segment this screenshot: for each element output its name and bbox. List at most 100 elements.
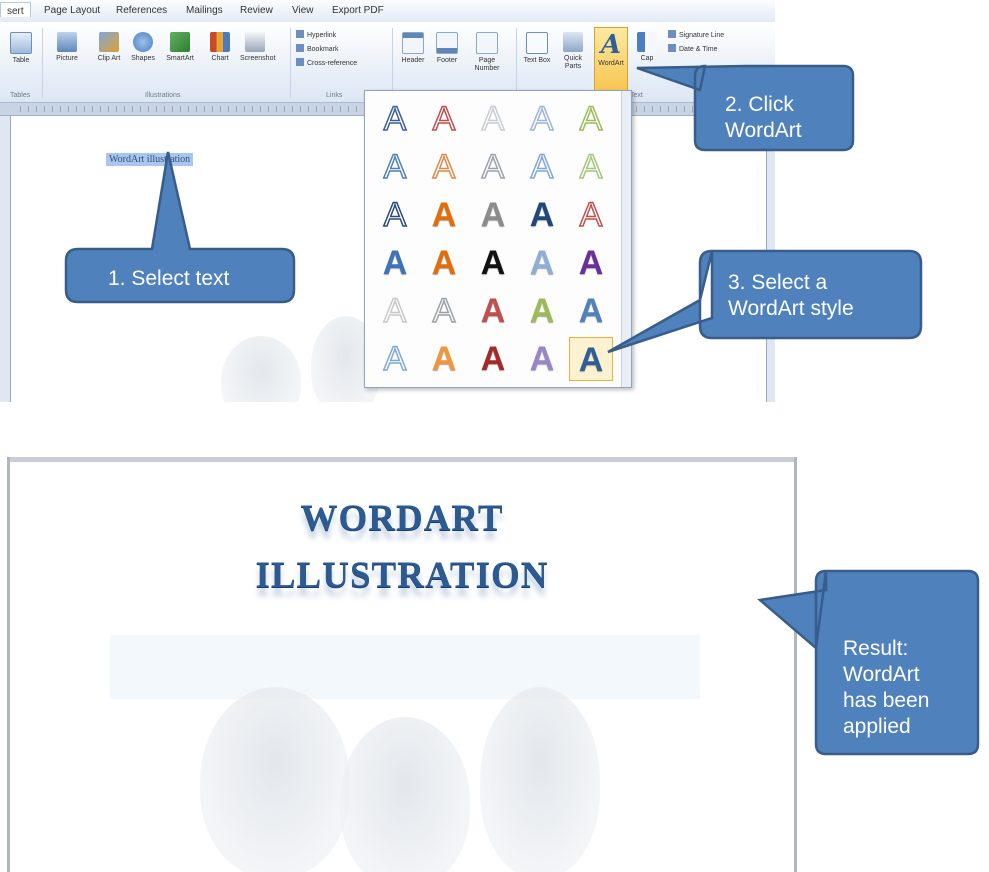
background-band xyxy=(110,635,700,699)
wordart-style-1-5[interactable]: A xyxy=(569,97,613,141)
signature-line-button[interactable]: Signature Line xyxy=(668,30,724,39)
wordart-style-3-5[interactable]: A xyxy=(569,193,613,237)
smartart-icon xyxy=(170,32,190,52)
callout-step3-line1: 3. Select a xyxy=(728,271,828,294)
wordart-style-glyph: A xyxy=(529,292,555,330)
wordart-style-1-1[interactable]: A xyxy=(373,97,417,141)
wordart-style-5-2[interactable]: A xyxy=(422,289,466,333)
penguin-watermark xyxy=(221,336,301,402)
callout-result-line4: applied xyxy=(843,715,911,738)
tab-review[interactable]: Review xyxy=(240,5,273,16)
wordart-style-4-2[interactable]: A xyxy=(422,241,466,285)
wordart-style-glyph: A xyxy=(579,99,603,139)
footer-button[interactable]: Footer xyxy=(432,32,462,65)
wordart-style-3-1[interactable]: A xyxy=(373,193,417,237)
wordart-style-1-4[interactable]: A xyxy=(520,97,564,141)
shapes-button[interactable]: Shapes xyxy=(128,32,158,63)
wordart-style-glyph: A xyxy=(383,99,407,139)
divider xyxy=(290,28,291,98)
smartart-button[interactable]: SmartArt xyxy=(165,32,195,63)
wordart-style-1-2[interactable]: A xyxy=(422,97,466,141)
callout-result-line2: WordArt xyxy=(843,663,920,686)
wordart-style-glyph: A xyxy=(578,244,604,282)
tab-view[interactable]: View xyxy=(292,5,314,16)
wordart-style-glyph: A xyxy=(529,196,555,234)
cross-reference-button[interactable]: Cross-reference xyxy=(296,58,357,67)
header-icon xyxy=(402,32,424,54)
tab-mailings[interactable]: Mailings xyxy=(186,5,223,16)
wordart-style-glyph: A xyxy=(578,292,604,330)
wordart-style-5-3[interactable]: A xyxy=(471,289,515,333)
wordart-style-gallery: AAAAAAAAAAAAAAAAAAAAAAAAAAAAAA xyxy=(364,90,632,388)
wordart-style-5-5[interactable]: A xyxy=(569,289,613,333)
wordart-style-2-4[interactable]: A xyxy=(520,145,564,189)
tab-page-layout[interactable]: Page Layout xyxy=(44,5,100,16)
page-number-button[interactable]: Page Number xyxy=(472,32,502,73)
footer-icon xyxy=(436,32,458,54)
wordart-style-6-2[interactable]: A xyxy=(422,337,466,381)
wordart-style-glyph: A xyxy=(383,195,407,235)
page-number-icon xyxy=(476,32,498,54)
wordart-style-glyph: A xyxy=(432,99,456,139)
penguin-watermark xyxy=(200,687,350,872)
chart-button[interactable]: Chart xyxy=(205,32,235,63)
wordart-style-5-4[interactable]: A xyxy=(520,289,564,333)
header-button[interactable]: Header xyxy=(398,32,428,65)
bookmark-button[interactable]: Bookmark xyxy=(296,44,339,53)
screenshot-icon xyxy=(245,32,265,52)
divider xyxy=(392,28,393,98)
drop-cap-button[interactable]: Cap xyxy=(632,32,662,63)
tab-export-pdf[interactable]: Export PDF xyxy=(332,5,384,16)
wordart-style-2-3[interactable]: A xyxy=(471,145,515,189)
wordart-style-glyph: A xyxy=(530,147,554,187)
wordart-style-2-2[interactable]: A xyxy=(422,145,466,189)
wordart-style-3-4[interactable]: A xyxy=(520,193,564,237)
wordart-style-glyph: A xyxy=(383,339,407,379)
callout-step1-text: 1. Select text xyxy=(108,267,230,290)
date-time-button[interactable]: Date & Time xyxy=(668,44,718,53)
wordart-style-4-5[interactable]: A xyxy=(569,241,613,285)
group-label-tables: Tables xyxy=(10,92,31,99)
wordart-style-glyph: A xyxy=(579,195,603,235)
wordart-style-3-2[interactable]: A xyxy=(422,193,466,237)
signature-line-icon xyxy=(668,30,676,38)
shapes-icon xyxy=(133,32,153,52)
wordart-style-glyph: A xyxy=(383,291,407,331)
selected-text[interactable]: WordArt illustration xyxy=(106,153,194,166)
wordart-style-3-3[interactable]: A xyxy=(471,193,515,237)
wordart-style-6-4[interactable]: A xyxy=(520,337,564,381)
wordart-style-6-1[interactable]: A xyxy=(373,337,417,381)
wordart-style-2-5[interactable]: A xyxy=(569,145,613,189)
wordart-style-1-3[interactable]: A xyxy=(471,97,515,141)
tab-references[interactable]: References xyxy=(116,5,167,16)
wordart-style-4-3[interactable]: A xyxy=(471,241,515,285)
callout-step2-line1: 2. Click xyxy=(725,93,794,116)
clip-art-button[interactable]: Clip Art xyxy=(94,32,124,63)
bookmark-icon xyxy=(296,44,304,52)
table-button[interactable]: Table xyxy=(6,32,36,65)
wordart-style-4-1[interactable]: A xyxy=(373,241,417,285)
ribbon-tab-bar: sert Page Layout References Mailings Rev… xyxy=(0,0,775,23)
quick-parts-button[interactable]: Quick Parts xyxy=(558,32,588,71)
wordart-style-glyph: A xyxy=(432,291,456,331)
text-box-button[interactable]: Text Box xyxy=(522,32,552,65)
wordart-style-glyph: A xyxy=(431,244,457,282)
gallery-scrollbar[interactable] xyxy=(621,91,631,387)
wordart-button[interactable]: A WordArt xyxy=(594,27,628,95)
wordart-style-4-4[interactable]: A xyxy=(520,241,564,285)
wordart-style-6-5[interactable]: A xyxy=(569,337,613,381)
tab-insert[interactable]: sert xyxy=(0,2,31,17)
picture-button[interactable]: Picture xyxy=(52,32,82,63)
wordart-style-glyph: A xyxy=(481,99,505,139)
wordart-style-glyph: A xyxy=(480,244,506,282)
screenshot-button[interactable]: Screenshot xyxy=(240,32,275,63)
wordart-style-5-1[interactable]: A xyxy=(373,289,417,333)
callout-step2-line2: WordArt xyxy=(725,119,802,142)
wordart-style-glyph: A xyxy=(382,244,408,282)
wordart-style-glyph: A xyxy=(579,147,603,187)
wordart-style-6-3[interactable]: A xyxy=(471,337,515,381)
wordart-style-glyph: A xyxy=(530,99,554,139)
wordart-style-glyph: A xyxy=(481,147,505,187)
wordart-style-2-1[interactable]: A xyxy=(373,145,417,189)
hyperlink-button[interactable]: Hyperlink xyxy=(296,30,336,39)
